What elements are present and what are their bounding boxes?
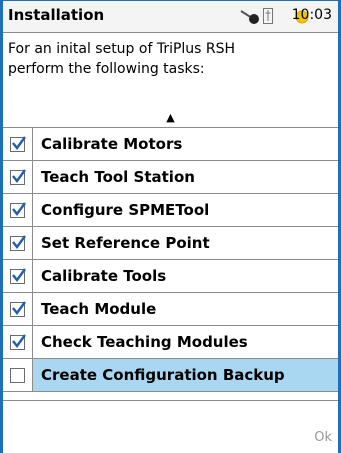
- task-checkbox-cell[interactable]: [3, 227, 33, 259]
- intro-text: For an inital setup of TriPlus RSH perfo…: [3, 33, 338, 109]
- task-row[interactable]: Set Reference Point: [3, 227, 338, 260]
- task-checkbox-cell[interactable]: [3, 326, 33, 358]
- title-bar: Installation 10:03: [3, 1, 338, 33]
- task-checkbox-cell[interactable]: [3, 128, 33, 160]
- scroll-up-arrow-icon[interactable]: ▲: [3, 109, 338, 127]
- task-label: Calibrate Tools: [41, 267, 167, 285]
- checkbox-checked[interactable]: [10, 333, 26, 350]
- task-label: Calibrate Motors: [41, 135, 183, 153]
- task-label: Create Configuration Backup: [33, 359, 338, 391]
- task-label: Teach Tool Station: [41, 168, 195, 186]
- task-checkbox-cell[interactable]: [3, 194, 33, 226]
- task-row[interactable]: Calibrate Motors: [3, 128, 338, 161]
- checkbox-unchecked[interactable]: [10, 367, 25, 383]
- task-row[interactable]: Calibrate Tools: [3, 260, 338, 293]
- checkbox-checked[interactable]: [10, 135, 26, 152]
- footer-bar: Ok: [3, 400, 338, 453]
- checkbox-checked[interactable]: [10, 201, 26, 218]
- checkbox-checked[interactable]: [10, 234, 26, 251]
- installation-screen: Installation 10:03 For an inital setup o…: [0, 0, 341, 453]
- task-checkbox-cell[interactable]: [3, 161, 33, 193]
- task-row[interactable]: Teach Tool Station: [3, 161, 338, 194]
- intro-line-1: For an inital setup of TriPlus RSH: [8, 41, 236, 57]
- task-list: Calibrate Motors Teach Tool Station Conf…: [3, 127, 338, 392]
- task-row[interactable]: Teach Module: [3, 293, 338, 326]
- task-label: Configure SPMETool: [41, 201, 210, 219]
- task-row[interactable]: Configure SPMETool: [3, 194, 338, 227]
- tool-status-icon: [239, 7, 261, 29]
- task-row[interactable]: Check Teaching Modules: [3, 326, 338, 359]
- ok-button[interactable]: Ok: [314, 430, 332, 445]
- task-checkbox-cell[interactable]: [3, 293, 33, 325]
- checkbox-checked[interactable]: [10, 168, 26, 185]
- clock: 10:03: [291, 7, 332, 23]
- task-row-selected[interactable]: Create Configuration Backup: [3, 359, 338, 392]
- intro-line-2: perform the following tasks:: [8, 61, 205, 77]
- task-checkbox-cell[interactable]: [3, 260, 33, 292]
- checkbox-checked[interactable]: [10, 300, 26, 317]
- checkbox-checked[interactable]: [10, 267, 26, 284]
- task-label: Teach Module: [41, 300, 157, 318]
- usb-icon: [262, 7, 274, 29]
- task-label: Check Teaching Modules: [41, 333, 248, 351]
- page-title: Installation: [8, 6, 105, 24]
- task-checkbox-cell[interactable]: [3, 359, 33, 391]
- task-label: Set Reference Point: [41, 234, 210, 252]
